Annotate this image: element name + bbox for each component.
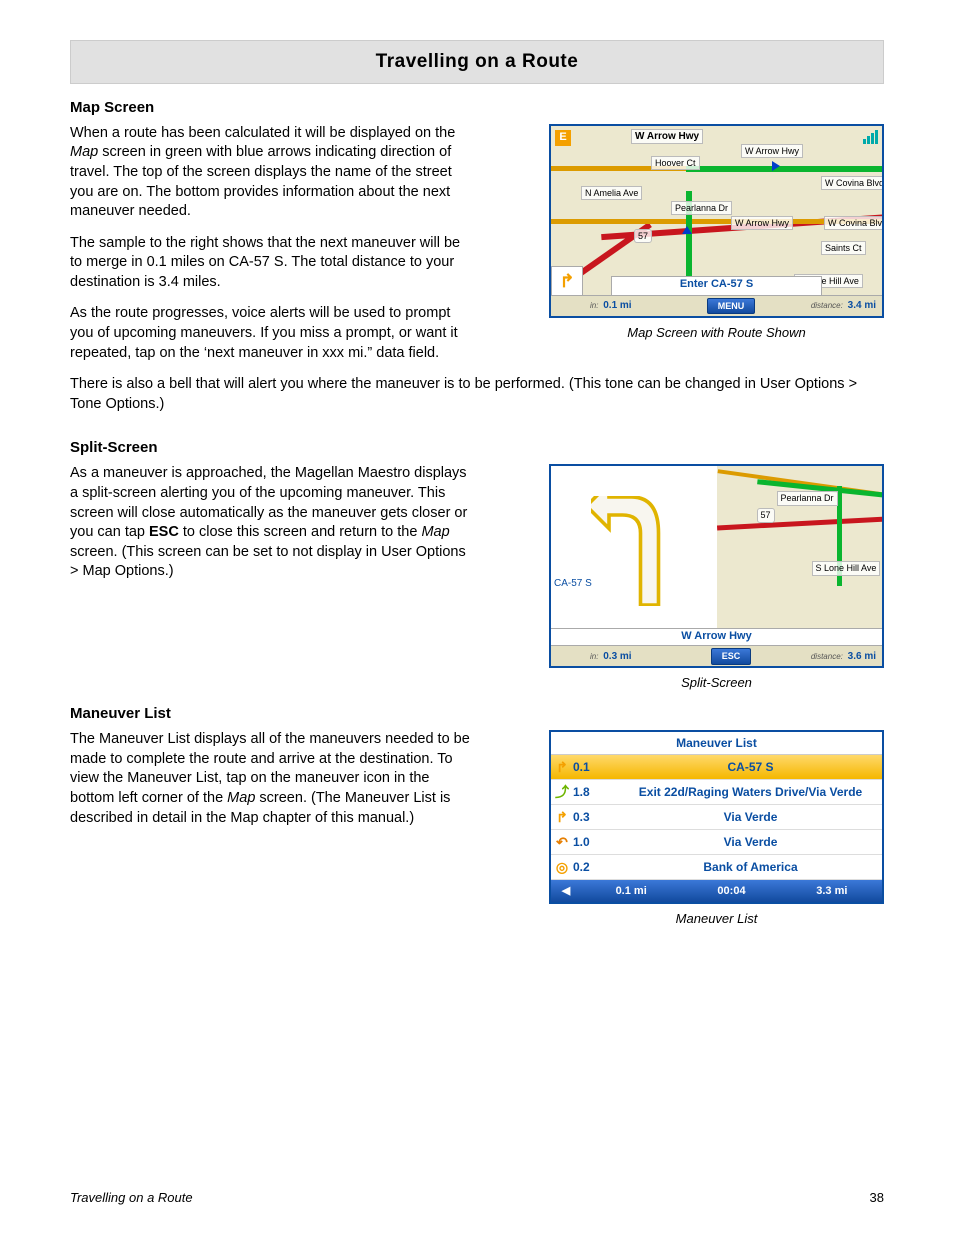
maneuver-name: Via Verde [611,809,882,825]
figure-map-screen: E W Arrow Hwy W Arrow Hwy Hoover Ct W Co… [549,124,884,318]
big-maneuver-arrow-icon [591,496,681,606]
in-label: in: [590,652,598,661]
street-label: W Covina Blvd [821,176,884,190]
maneuver-name: Via Verde [611,834,882,850]
menu-button[interactable]: MENU [707,298,756,314]
maneuver-name: Bank of America [611,859,882,875]
in-label: in: [590,301,598,310]
footer-in-value: 0.1 mi [581,884,681,899]
figure-split-screen: CA-57 S Pearlanna Dr 57 S Lone Hill Ave … [549,464,884,668]
maneuver-name: Exit 22d/Raging Waters Drive/Via Verde [611,784,882,800]
maneuver-name: CA-57 S [611,759,882,775]
street-label: S Lone Hill Ave [812,561,881,575]
footer-dist-value: 3.3 mi [782,884,882,899]
maneuver-right-icon: ↱ [551,808,573,827]
street-label: N Amelia Ave [581,186,642,200]
footer-title: Travelling on a Route [70,1189,193,1207]
in-value[interactable]: 0.1 mi [603,300,631,311]
maneuver-row[interactable]: ↶1.0Via Verde [551,830,882,855]
route-label: CA-57 S [554,577,592,591]
distance-value: 3.4 mi [848,300,876,311]
current-street-label: W Arrow Hwy [631,129,703,145]
body-text: The Maneuver List displays all of the ma… [70,730,475,828]
maneuver-row[interactable]: ⤴1.8Exit 22d/Raging Waters Drive/Via Ver… [551,780,882,805]
distance-label: distance: [811,652,843,661]
street-label: W Arrow Hwy [731,216,793,230]
street-label: Hoover Ct [651,156,700,170]
heading-map-screen: Map Screen [70,98,884,118]
gps-signal-icon [863,130,878,144]
footer-time-value: 00:04 [681,884,781,899]
body-text: The sample to the right shows that the n… [70,234,475,293]
distance-label: distance: [811,301,843,310]
maneuver-bear-icon: ⤴ [551,783,573,802]
figure-caption: Split-Screen [549,674,884,692]
next-street-bar: W Arrow Hwy [551,628,882,646]
page-number: 38 [870,1189,884,1207]
highway-shield: 57 [757,508,775,522]
body-text: As the route progresses, voice alerts wi… [70,304,475,363]
compass-icon: E [555,130,571,146]
street-label: Pearlanna Dr [777,491,838,505]
heading-maneuver-list: Maneuver List [70,704,884,724]
body-text: There is also a bell that will alert you… [70,375,884,414]
street-label: Saints Ct [821,241,866,255]
maneuver-merge-icon: ↱ [551,758,573,777]
body-text: As a maneuver is approached, the Magella… [70,464,475,581]
distance-value: 3.6 mi [848,651,876,662]
figure-caption: Map Screen with Route Shown [549,324,884,342]
maneuver-uturn-icon: ↶ [551,833,573,852]
maneuver-dest-icon: ◎ [551,858,573,877]
esc-button[interactable]: ESC [711,648,752,664]
maneuver-distance: 1.0 [573,834,611,850]
next-street-bar[interactable]: Enter CA-57 S [611,276,822,296]
maneuver-distance: 0.3 [573,809,611,825]
street-label: W Covina Blvd [824,216,884,230]
status-bar: in: 0.3 mi ESC distance: 3.6 mi [551,645,882,666]
figure-maneuver-list: Maneuver List ↱0.1CA-57 S⤴1.8Exit 22d/Ra… [549,730,884,904]
heading-split-screen: Split-Screen [70,438,884,458]
body-text: When a route has been calculated it will… [70,124,475,222]
page-title-bar: Travelling on a Route [70,40,884,84]
maneuver-distance: 0.2 [573,859,611,875]
maneuver-list-title: Maneuver List [551,732,882,755]
maneuver-distance: 0.1 [573,759,611,775]
back-button[interactable]: ◀ [551,884,581,899]
maneuver-row[interactable]: ◎0.2Bank of America [551,855,882,880]
highway-shield: 57 [634,229,652,243]
street-label: Pearlanna Dr [671,201,732,215]
maneuver-row[interactable]: ↱0.1CA-57 S [551,755,882,780]
figure-caption: Maneuver List [549,910,884,928]
status-bar: in: 0.1 mi MENU distance: 3.4 mi [551,295,882,316]
maneuver-list-footer: ◀ 0.1 mi 00:04 3.3 mi [551,880,882,902]
street-label: W Arrow Hwy [741,144,803,158]
maneuver-icon-button[interactable]: ↱ [551,266,583,296]
maneuver-distance: 1.8 [573,784,611,800]
maneuver-row[interactable]: ↱0.3Via Verde [551,805,882,830]
in-value[interactable]: 0.3 mi [603,651,631,662]
